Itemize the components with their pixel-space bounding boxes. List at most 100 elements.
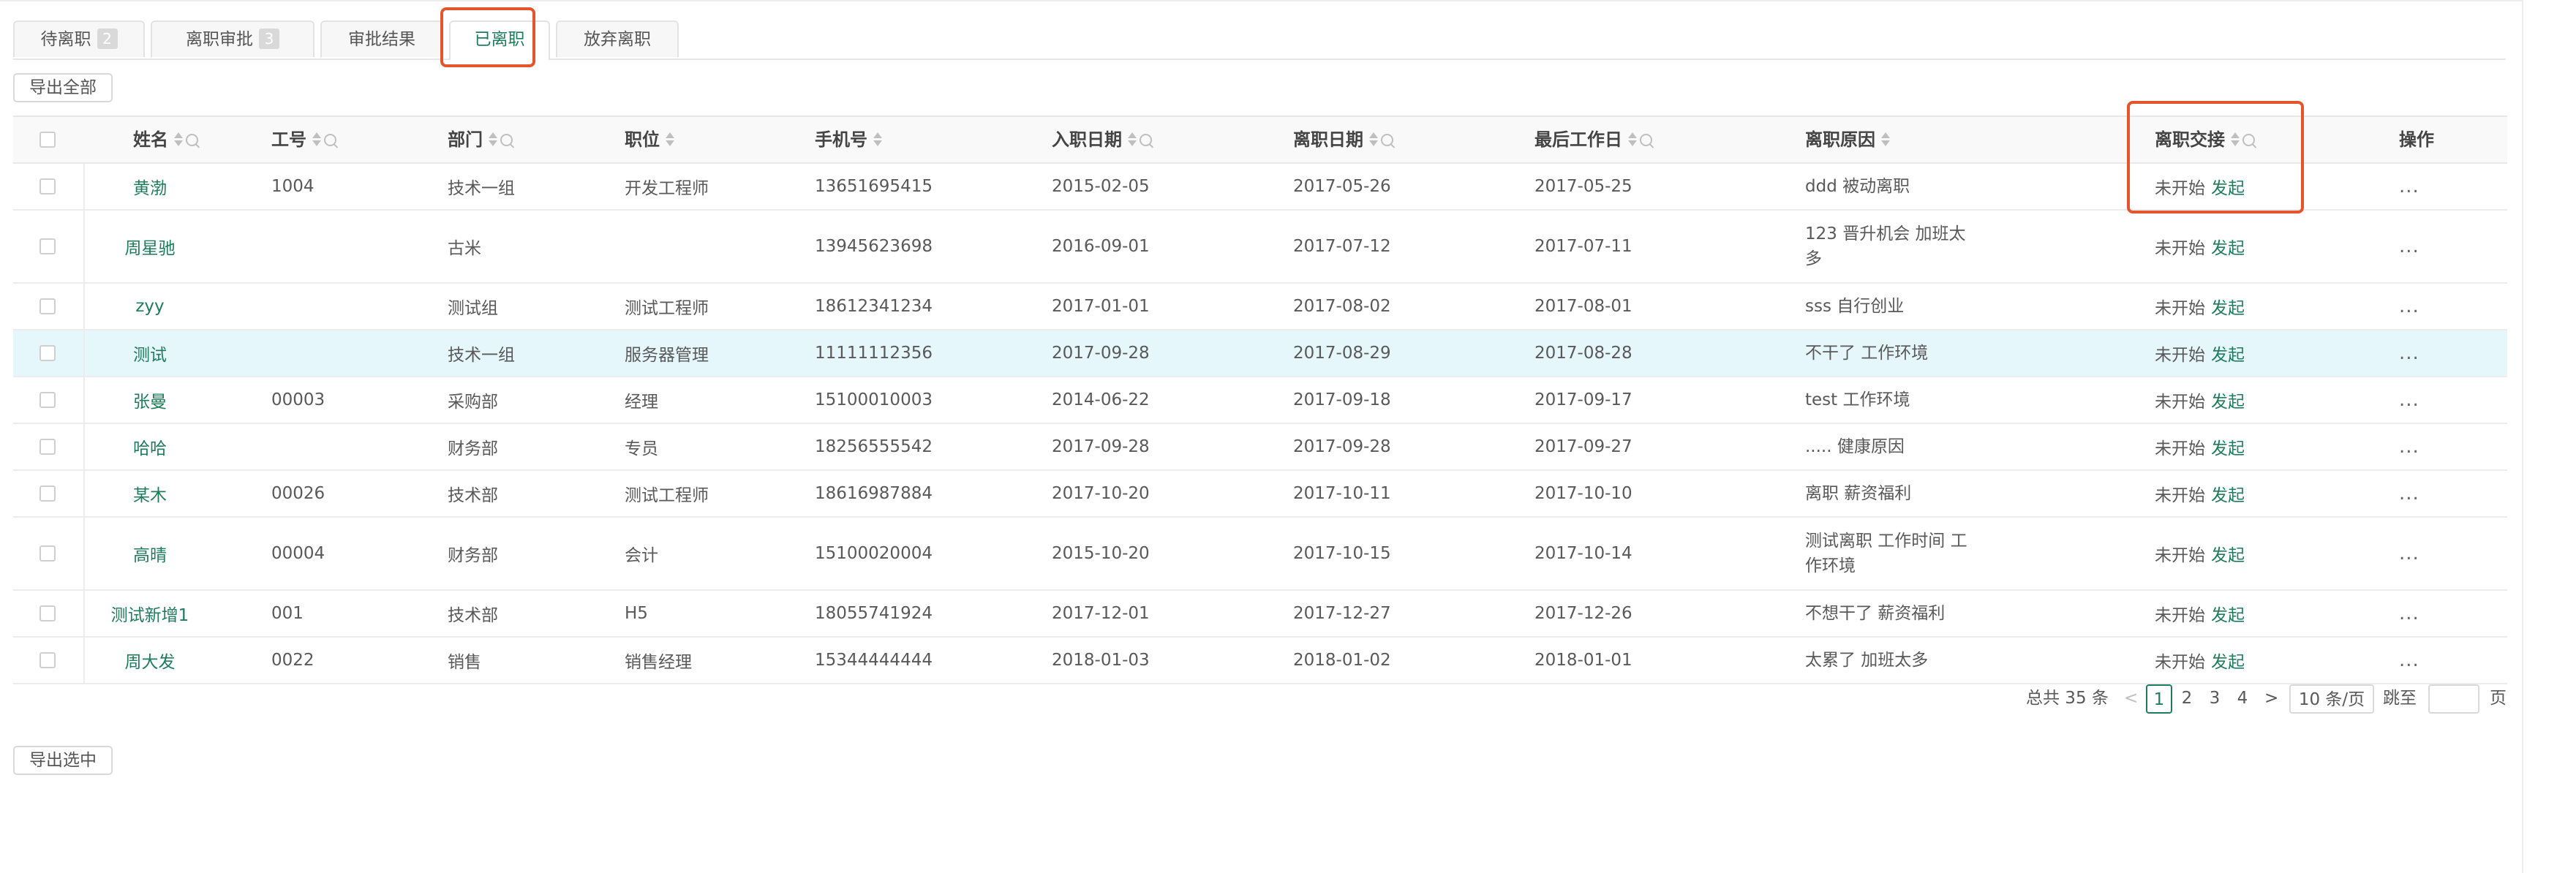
cell-name[interactable]: 张曼 (83, 377, 216, 423)
table-row[interactable]: zyy 测试组 测试工程师 18612341234 2017-01-01 2017-08-… (13, 284, 2507, 330)
table-row[interactable]: 周星驰 古米 13945623698 2016-09-01 2017-07-12 2017… (13, 211, 2507, 284)
search-icon[interactable] (324, 133, 336, 146)
page-4-button[interactable]: 4 (2229, 684, 2256, 714)
more-actions-icon[interactable]: ... (2399, 284, 2419, 329)
table-row[interactable]: 测试新增1 001 技术部 H5 18055741924 2017-12-01 2017-1… (13, 591, 2507, 638)
cell-position: 专员 (625, 439, 658, 458)
row-checkbox[interactable] (39, 298, 56, 314)
row-checkbox[interactable] (39, 545, 56, 562)
start-handover-link[interactable]: 发起 (2211, 234, 2245, 259)
sort-icon[interactable] (174, 132, 183, 146)
table-row[interactable]: 张曼 00003 采购部 经理 15100010003 2014-06-22 2017-09… (13, 377, 2507, 424)
sort-icon[interactable] (1369, 132, 1378, 146)
export-all-button[interactable]: 导出全部 (13, 73, 113, 102)
search-icon[interactable] (186, 133, 198, 146)
more-actions-icon[interactable]: ... (2399, 330, 2419, 376)
cell-name[interactable]: 测试新增1 (83, 591, 216, 636)
col-position[interactable]: 职位 (625, 117, 674, 162)
col-leave-date[interactable]: 离职日期 (1293, 117, 1393, 162)
jump-label: 跳至 (2383, 689, 2417, 708)
more-actions-icon[interactable]: ... (2399, 591, 2419, 636)
tab-abandoned[interactable]: 放弃离职 (556, 20, 679, 57)
row-checkbox[interactable] (39, 345, 56, 361)
tab-result[interactable]: 审批结果 (320, 20, 443, 57)
cell-name[interactable]: 高晴 (83, 518, 216, 589)
sort-icon[interactable] (666, 132, 674, 146)
sort-icon[interactable] (1128, 132, 1137, 146)
col-handover-label: 离职交接 (2155, 129, 2225, 150)
more-actions-icon[interactable]: ... (2399, 518, 2419, 589)
next-page-button[interactable]: > (2264, 684, 2278, 714)
search-icon[interactable] (1140, 133, 1152, 146)
table-row[interactable]: 哈哈 财务部 专员 18256555542 2017-09-28 2017-09-28 20… (13, 424, 2507, 471)
cell-name[interactable]: 周星驰 (83, 211, 216, 282)
col-last-workday[interactable]: 最后工作日 (1534, 117, 1652, 162)
sort-icon[interactable] (312, 132, 321, 146)
start-handover-link[interactable]: 发起 (2211, 648, 2245, 673)
start-handover-link[interactable]: 发起 (2211, 174, 2245, 199)
row-checkbox[interactable] (39, 238, 56, 254)
more-actions-icon[interactable]: ... (2399, 424, 2419, 469)
search-icon[interactable] (500, 133, 513, 146)
more-actions-icon[interactable]: ... (2399, 211, 2419, 282)
start-handover-link[interactable]: 发起 (2211, 481, 2245, 506)
more-actions-icon[interactable]: ... (2399, 164, 2419, 209)
page-2-button[interactable]: 2 (2174, 684, 2200, 714)
row-checkbox[interactable] (39, 652, 56, 668)
sort-icon[interactable] (1628, 132, 1637, 146)
vertical-scrollbar[interactable] (2522, 0, 2523, 873)
tab-resigned[interactable]: 已离职 (449, 20, 550, 60)
table-row[interactable]: 某木 00026 技术部 测试工程师 18616987884 2017-10-20 2017… (13, 471, 2507, 518)
jump-page-input[interactable] (2428, 684, 2479, 714)
row-checkbox[interactable] (39, 485, 56, 502)
table-row[interactable]: 高晴 00004 财务部 会计 15100020004 2015-10-20 2017-10… (13, 518, 2507, 591)
start-handover-link[interactable]: 发起 (2211, 541, 2245, 566)
page-3-button[interactable]: 3 (2202, 684, 2228, 714)
prev-page-button[interactable]: < (2124, 684, 2138, 714)
start-handover-link[interactable]: 发起 (2211, 388, 2245, 412)
row-checkbox[interactable] (39, 178, 56, 194)
cell-name[interactable]: 测试 (83, 330, 216, 376)
page-size-select[interactable]: 10 条/页 (2289, 684, 2374, 714)
cell-join-date: 2016-09-01 (1052, 237, 1150, 256)
start-handover-link[interactable]: 发起 (2211, 341, 2245, 366)
table-row[interactable]: 测试 技术一组 服务器管理 11111112356 2017-09-28 2017-08-… (13, 330, 2507, 377)
search-icon[interactable] (2242, 133, 2255, 146)
table-row[interactable]: 周大发 0022 销售 销售经理 15344444444 2018-01-03 2018-0… (13, 638, 2507, 684)
col-handover[interactable]: 离职交接 (2155, 117, 2255, 162)
export-selected-button[interactable]: 导出选中 (13, 746, 113, 775)
start-handover-link[interactable]: 发起 (2211, 294, 2245, 319)
table-row[interactable]: 黄渤 1004 技术一组 开发工程师 13651695415 2015-02-05 2017… (13, 164, 2507, 211)
col-phone[interactable]: 手机号 (815, 117, 882, 162)
select-all-checkbox[interactable] (39, 132, 56, 148)
sort-icon[interactable] (873, 132, 882, 146)
start-handover-link[interactable]: 发起 (2211, 601, 2245, 626)
cell-phone: 15344444444 (815, 651, 933, 670)
sort-icon[interactable] (489, 132, 497, 146)
more-actions-icon[interactable]: ... (2399, 377, 2419, 423)
more-actions-icon[interactable]: ... (2399, 638, 2419, 683)
row-checkbox[interactable] (39, 439, 56, 455)
tab-approval[interactable]: 离职审批 3 (151, 20, 315, 57)
sort-icon[interactable] (2231, 132, 2240, 146)
cell-name[interactable]: 黄渤 (83, 164, 216, 209)
search-icon[interactable] (1381, 133, 1393, 146)
more-actions-icon[interactable]: ... (2399, 471, 2419, 516)
col-id[interactable]: 工号 (271, 117, 336, 162)
handover-status: 未开始 (2155, 179, 2205, 198)
cell-name[interactable]: zyy (83, 284, 216, 329)
col-reason[interactable]: 离职原因 (1805, 117, 1890, 162)
search-icon[interactable] (1640, 133, 1652, 146)
sort-icon[interactable] (1881, 132, 1890, 146)
col-join-date[interactable]: 入职日期 (1052, 117, 1152, 162)
row-checkbox[interactable] (39, 392, 56, 408)
row-checkbox[interactable] (39, 605, 56, 621)
start-handover-link[interactable]: 发起 (2211, 434, 2245, 459)
col-dept[interactable]: 部门 (448, 117, 513, 162)
page-1-button[interactable]: 1 (2146, 684, 2172, 714)
tab-pending[interactable]: 待离职 2 (13, 20, 145, 57)
cell-name[interactable]: 某木 (83, 471, 216, 516)
cell-name[interactable]: 周大发 (83, 638, 216, 683)
cell-name[interactable]: 哈哈 (83, 424, 216, 469)
col-name[interactable]: 姓名 (133, 117, 198, 162)
